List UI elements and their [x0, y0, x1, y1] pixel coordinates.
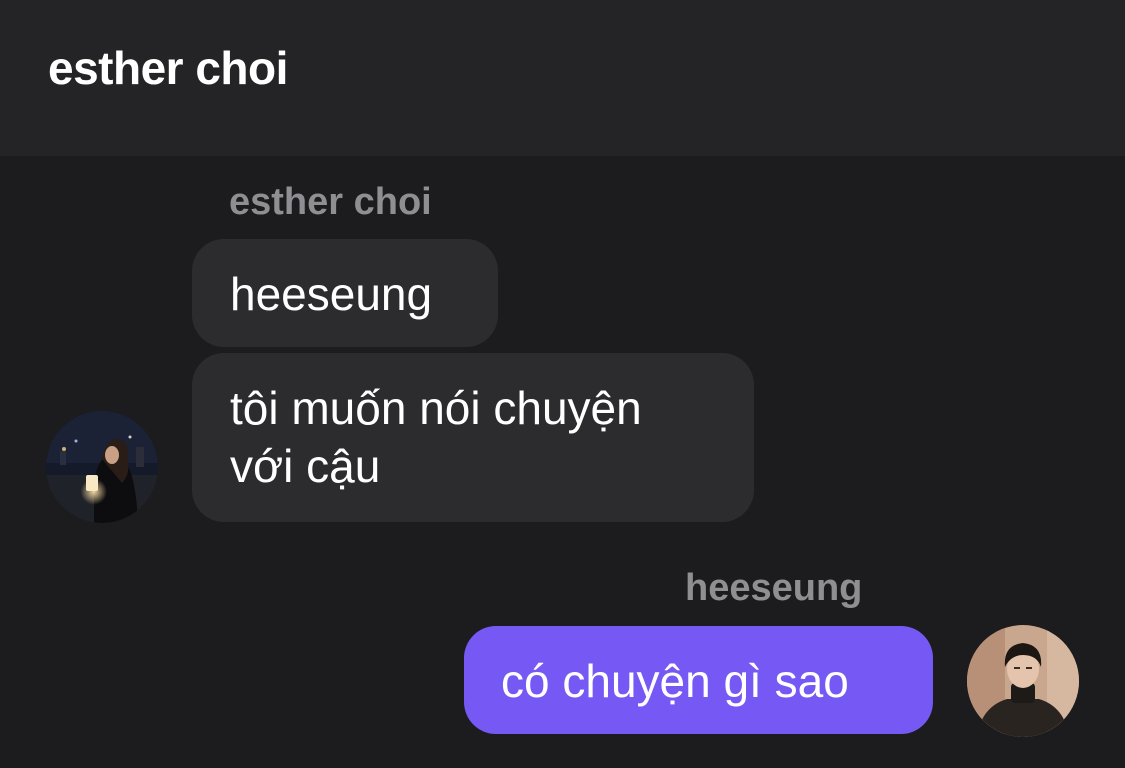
profile-photo-woman-night-icon: [46, 411, 158, 523]
outgoing-message-bubble[interactable]: có chuyện gì sao: [464, 626, 933, 734]
incoming-message-bubble[interactable]: heeseung: [192, 239, 498, 347]
incoming-sender-name: esther choi: [229, 181, 432, 223]
message-text: heeseung: [230, 268, 433, 320]
message-text-line: với cậu: [230, 440, 381, 492]
message-text: có chuyện gì sao: [501, 655, 849, 707]
chat-header: esther choi: [0, 0, 1125, 156]
chat-title: esther choi: [48, 42, 288, 94]
profile-photo-man-turtleneck-icon: [967, 625, 1079, 737]
outgoing-sender-name: heeseung: [685, 567, 863, 609]
outgoing-avatar[interactable]: [967, 625, 1079, 737]
message-text-line: tôi muốn nói chuyện: [230, 382, 642, 434]
incoming-message-bubble[interactable]: tôi muốn nói chuyện với cậu: [192, 353, 754, 522]
incoming-avatar[interactable]: [46, 411, 158, 523]
